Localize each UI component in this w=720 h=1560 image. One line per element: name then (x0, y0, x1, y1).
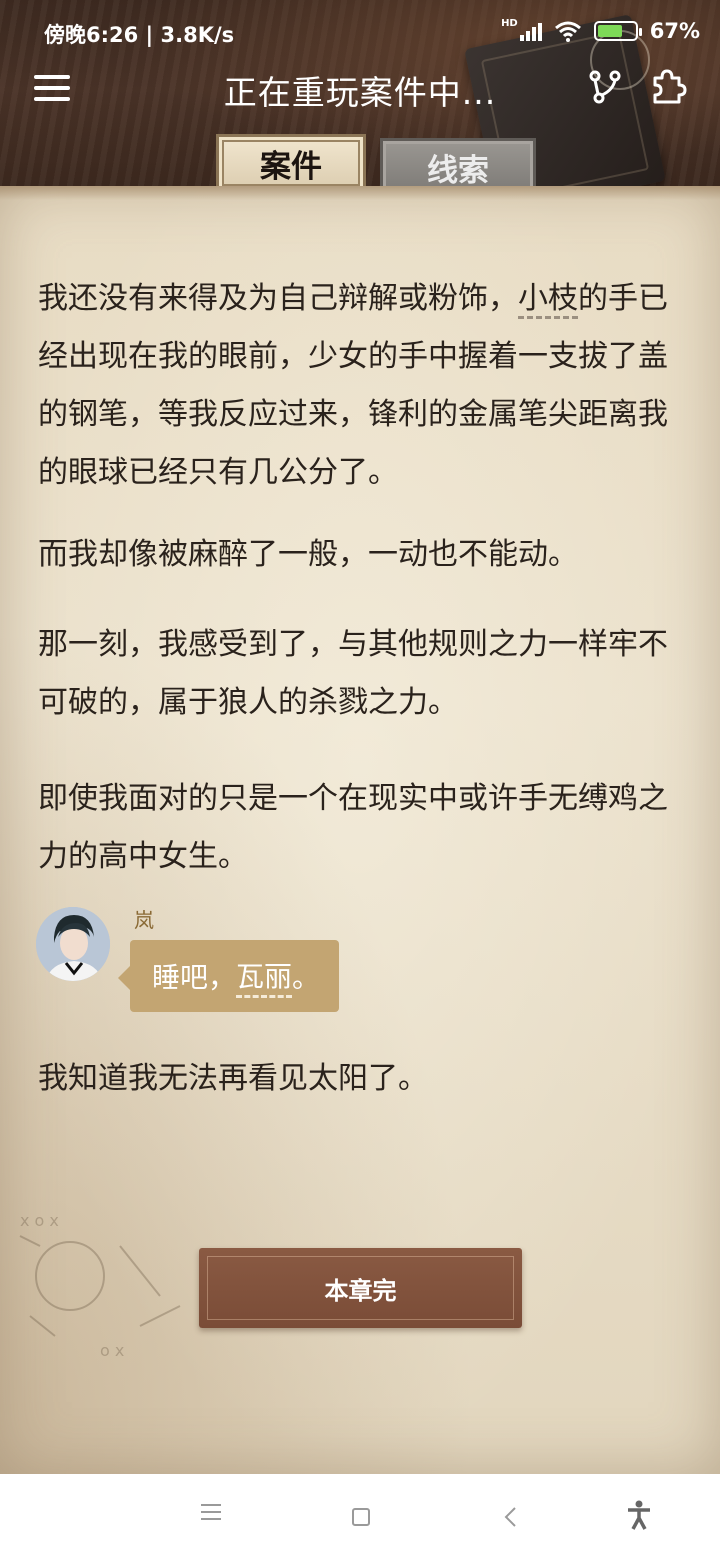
header-desk-background: 傍晚6:26 | 3.8K/s HD 67% 正在重玩案件中... 案件 线索 (0, 0, 720, 216)
puzzle-icon[interactable] (647, 66, 687, 106)
branch-icon[interactable] (585, 66, 625, 106)
signal-icon (519, 21, 542, 41)
system-nav-bar (0, 1474, 720, 1560)
svg-text:x o x: x o x (20, 1211, 59, 1230)
story-paragraph: 而我却像被麻醉了一般，一动也不能动。 (38, 537, 578, 572)
sketch-decoration: x o x o x (19, 1211, 181, 1360)
back-icon[interactable] (503, 1506, 517, 1528)
tab-case[interactable]: 案件 (216, 134, 366, 192)
home-icon[interactable] (352, 1508, 370, 1526)
story-paragraph: 那一刻，我感受到了，与其他规则之力一样牢不可破的，属于狼人的杀戮之力。 (38, 627, 668, 720)
keyword-link[interactable]: 瓦丽 (236, 955, 293, 998)
tab-bar: 案件 线索 (0, 132, 720, 196)
status-bar: 傍晚6:26 | 3.8K/s HD 67% (0, 0, 720, 64)
battery-icon (593, 21, 642, 41)
battery-percent: 67% (649, 19, 700, 43)
keyword-link[interactable]: 小枝 (518, 281, 578, 319)
wifi-icon (554, 21, 581, 42)
speaker-name: 岚 (134, 908, 154, 932)
story-paragraph: 我知道我无法再看见太阳了。 (38, 1061, 428, 1096)
story-paragraph: 即使我面对的只是一个在现实中或许手无缚鸡之力的高中女生。 (38, 781, 668, 874)
story-paper[interactable]: 我还没有来得及为自己辩解或粉饰，小枝的手已经出现在我的眼前，少女的手中握着一支拔… (0, 186, 720, 1474)
recent-apps-icon[interactable] (201, 1504, 221, 1525)
story-paragraph: 我还没有来得及为自己辩解或粉饰，小枝的手已经出现在我的眼前，少女的手中握着一支拔… (38, 281, 668, 490)
character-avatar (36, 907, 110, 981)
svg-text:o x: o x (100, 1341, 124, 1360)
status-icons: HD 67% (501, 17, 700, 44)
hd-label: HD (501, 17, 518, 29)
accessibility-icon[interactable] (626, 1500, 652, 1530)
chapter-end-button[interactable]: 本章完 (199, 1248, 522, 1328)
status-time: 傍晚6:26 | 3.8K/s (44, 23, 235, 47)
dialog-bubble: 睡吧， 瓦丽。 (118, 940, 339, 1012)
